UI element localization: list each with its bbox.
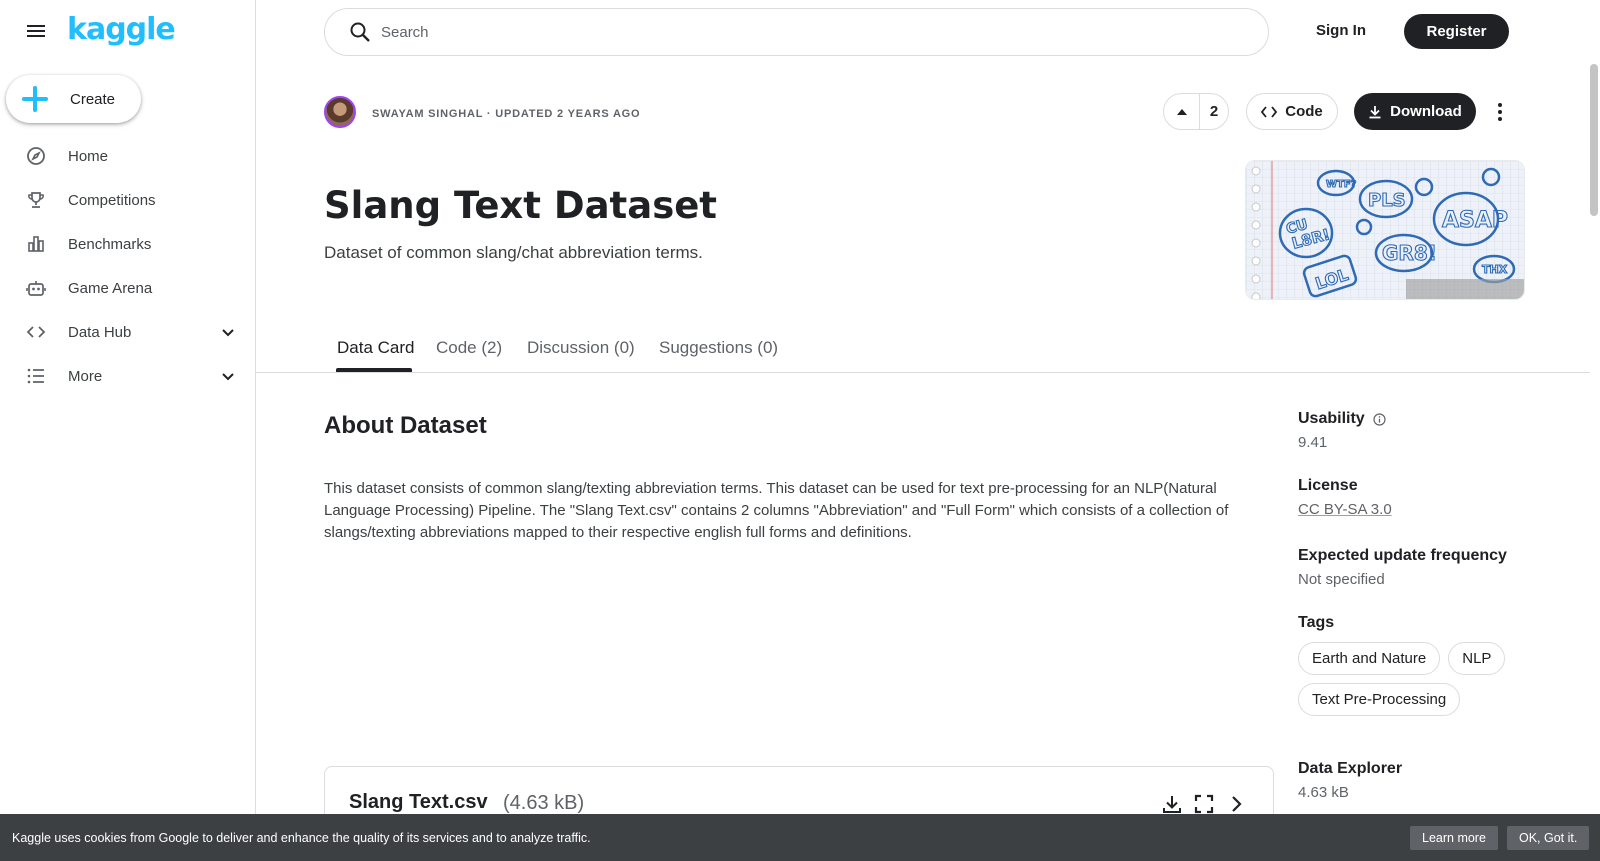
- more-options-icon[interactable]: [1490, 100, 1510, 124]
- create-label: Create: [70, 90, 116, 108]
- list-icon: [26, 366, 46, 386]
- tags-label: Tags: [1298, 614, 1335, 631]
- search-input[interactable]: [381, 23, 1181, 41]
- download-button[interactable]: Download: [1354, 93, 1476, 130]
- trophy-icon: [26, 190, 46, 210]
- dataset-tabs: Data Card Code (2) Discussion (0) Sugges…: [256, 328, 1590, 373]
- page-scrollbar[interactable]: [1590, 64, 1598, 216]
- robot-icon: [26, 278, 46, 298]
- dataset-metadata-panel: Usability 9.41 License CC BY-SA 3.0 Expe…: [1298, 410, 1538, 801]
- chevron-down-icon[interactable]: [220, 324, 236, 340]
- sidebar-item-more[interactable]: More: [0, 354, 256, 398]
- file-size: (4.63 kB): [503, 792, 585, 814]
- compass-icon: [26, 146, 46, 166]
- sidebar-item-label: Data Hub: [68, 323, 132, 341]
- download-icon[interactable]: [1161, 793, 1183, 815]
- sign-in-button[interactable]: Sign In: [1316, 22, 1366, 39]
- cookie-banner: Kaggle uses cookies from Google to deliv…: [0, 814, 1600, 861]
- svg-text:GR8!: GR8!: [1382, 241, 1437, 265]
- usability-heading: Usability: [1298, 410, 1538, 428]
- page-subtitle: Dataset of common slang/chat abbreviatio…: [324, 243, 703, 262]
- menu-icon[interactable]: [24, 20, 48, 44]
- search-icon: [349, 21, 371, 43]
- about-description: This dataset consists of common slang/te…: [324, 480, 1229, 541]
- kaggle-logo[interactable]: kaggle: [67, 12, 176, 47]
- code-icon: [26, 322, 46, 342]
- frequency-label: Expected update frequency: [1298, 547, 1507, 564]
- chevron-right-icon[interactable]: [1225, 793, 1247, 815]
- sidebar-nav: Home Competitions Benchmarks Game Arena …: [0, 134, 256, 398]
- tag-chip[interactable]: NLP: [1448, 642, 1506, 675]
- license-link[interactable]: CC BY-SA 3.0: [1298, 501, 1392, 518]
- code-icon: [1261, 105, 1278, 118]
- data-explorer-size: 4.63 kB: [1298, 784, 1349, 801]
- avatar[interactable]: [324, 96, 356, 128]
- fullscreen-icon[interactable]: [1193, 793, 1215, 815]
- vote-count[interactable]: 2: [1200, 103, 1228, 120]
- tab-discussion[interactable]: Discussion (0): [527, 338, 635, 358]
- sidebar-item-competitions[interactable]: Competitions: [0, 178, 256, 222]
- svg-text:THX: THX: [1482, 263, 1508, 276]
- dataset-cover-image: CU L8R! WTF? PLS ASAP GR8! LOL THX: [1245, 160, 1525, 300]
- tab-suggestions[interactable]: Suggestions (0): [659, 338, 778, 358]
- sidebar: kaggle Create Home Competitions Benchmar…: [0, 0, 256, 861]
- download-icon: [1369, 105, 1381, 118]
- about-heading: About Dataset: [324, 412, 487, 439]
- sidebar-item-label: Home: [68, 147, 109, 165]
- upvote-button[interactable]: [1164, 94, 1200, 129]
- chevron-down-icon[interactable]: [220, 368, 236, 384]
- page-title: Slang Text Dataset: [324, 184, 717, 227]
- sidebar-item-game-arena[interactable]: Game Arena: [0, 266, 256, 310]
- sidebar-item-data-hub[interactable]: Data Hub: [0, 310, 256, 354]
- svg-text:PLS: PLS: [1368, 190, 1406, 211]
- sidebar-item-label: More: [68, 367, 103, 385]
- plus-icon: [22, 86, 48, 112]
- tab-code[interactable]: Code (2): [436, 338, 502, 358]
- ok-got-it-button[interactable]: OK, Got it.: [1507, 826, 1590, 850]
- tab-data-card[interactable]: Data Card: [337, 338, 414, 358]
- svg-text:WTF?: WTF?: [1326, 179, 1357, 190]
- sidebar-item-home[interactable]: Home: [0, 134, 256, 178]
- search-bar[interactable]: [324, 8, 1269, 56]
- data-explorer-label: Data Explorer: [1298, 760, 1403, 777]
- register-button[interactable]: Register: [1404, 14, 1509, 49]
- code-button-label: Code: [1285, 103, 1323, 120]
- learn-more-button[interactable]: Learn more: [1410, 826, 1498, 850]
- code-button[interactable]: Code: [1246, 93, 1338, 130]
- cookie-message: Kaggle uses cookies from Google to deliv…: [12, 830, 591, 845]
- dataset-byline: SWAYAM SINGHAL · UPDATED 2 YEARS AGO: [372, 108, 641, 120]
- active-tab-indicator: [336, 368, 412, 372]
- license-label: License: [1298, 477, 1358, 494]
- sidebar-item-label: Competitions: [68, 191, 156, 209]
- usability-label: Usability: [1298, 410, 1365, 427]
- frequency-value: Not specified: [1298, 571, 1385, 588]
- bar-chart-icon: [26, 234, 46, 254]
- upvote-control: 2: [1163, 93, 1229, 130]
- usability-value: 9.41: [1298, 434, 1328, 451]
- info-icon[interactable]: [1373, 412, 1386, 426]
- tag-chip[interactable]: Text Pre-Processing: [1298, 683, 1461, 716]
- caret-up-icon: [1176, 108, 1187, 115]
- tag-chip[interactable]: Earth and Nature: [1298, 642, 1441, 675]
- sidebar-item-label: Benchmarks: [68, 235, 152, 253]
- file-name: Slang Text.csv: [349, 791, 488, 813]
- create-button[interactable]: Create: [6, 75, 141, 123]
- sidebar-item-label: Game Arena: [68, 279, 153, 297]
- sidebar-item-benchmarks[interactable]: Benchmarks: [0, 222, 256, 266]
- download-button-label: Download: [1390, 103, 1462, 120]
- tag-list: Earth and Nature NLP Text Pre-Processing: [1298, 642, 1528, 716]
- svg-text:ASAP: ASAP: [1442, 208, 1508, 233]
